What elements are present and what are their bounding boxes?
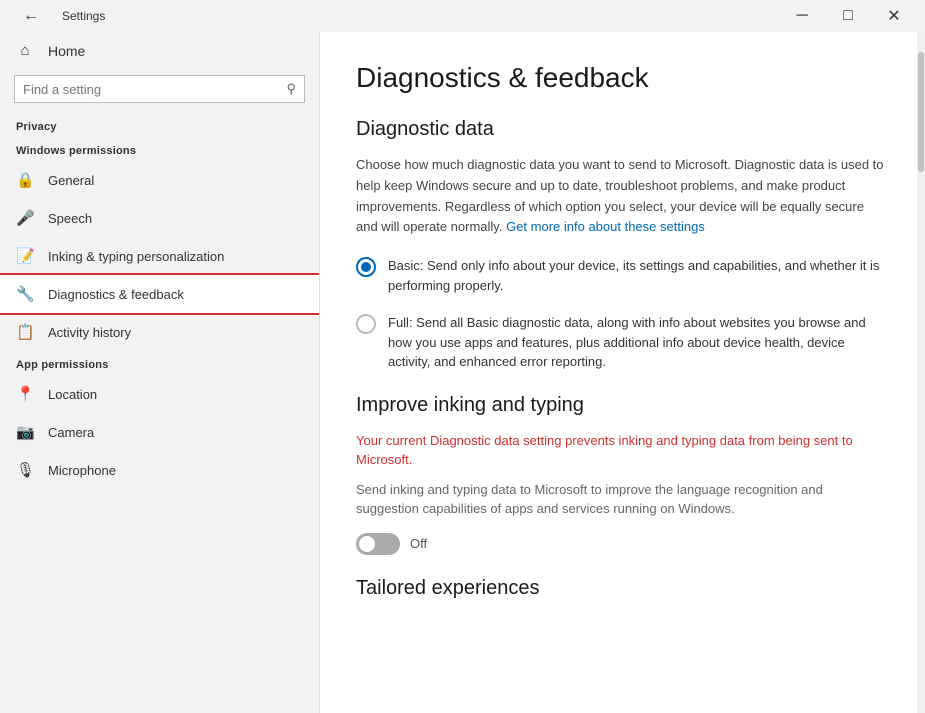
titlebar-title: Settings <box>62 9 105 23</box>
titlebar: ← Settings ─ □ ✕ <box>0 0 925 32</box>
sidebar-item-location-label: Location <box>48 387 97 402</box>
search-icon: ⚲ <box>286 81 296 97</box>
privacy-section-label: Privacy <box>0 113 319 137</box>
sidebar-item-inking-label: Inking & typing personalization <box>48 249 224 264</box>
titlebar-controls: ─ □ ✕ <box>779 0 917 32</box>
inking-warning: Your current Diagnostic data setting pre… <box>356 431 885 470</box>
radio-basic-label: Basic: Send only info about your device,… <box>388 256 885 295</box>
more-info-link[interactable]: Get more info about these settings <box>506 219 705 234</box>
sidebar-item-activity-label: Activity history <box>48 325 131 340</box>
sidebar-search-box[interactable]: ⚲ <box>14 75 305 103</box>
sidebar-item-speech-label: Speech <box>48 211 92 226</box>
app-body: ⌂ Home ⚲ Privacy Windows permissions 🔒 G… <box>0 32 925 713</box>
sidebar-item-microphone[interactable]: 🎙 Microphone <box>0 451 319 489</box>
sidebar-item-microphone-label: Microphone <box>48 463 116 478</box>
radio-full[interactable] <box>356 314 376 334</box>
sidebar-item-inking[interactable]: 📝 Inking & typing personalization <box>0 237 319 275</box>
toggle-knob <box>359 536 375 552</box>
sidebar-item-speech[interactable]: 🎤 Speech <box>0 199 319 237</box>
maximize-button[interactable]: □ <box>825 0 871 32</box>
sidebar-item-general-label: General <box>48 173 94 188</box>
camera-icon: 📷 <box>16 423 34 441</box>
sidebar-item-home[interactable]: ⌂ Home <box>0 32 319 69</box>
inking-description: Send inking and typing data to Microsoft… <box>356 480 885 519</box>
minimize-button[interactable]: ─ <box>779 0 825 32</box>
sidebar-item-diagnostics[interactable]: 🔧 Diagnostics & feedback <box>0 275 319 313</box>
radio-basic[interactable] <box>356 257 376 277</box>
home-label: Home <box>48 43 85 59</box>
page-title: Diagnostics & feedback <box>356 62 885 94</box>
scrollbar-track[interactable] <box>917 32 925 713</box>
main-wrapper: Diagnostics & feedback Diagnostic data C… <box>320 32 925 713</box>
speech-icon: 🎤 <box>16 209 34 227</box>
sidebar-item-general[interactable]: 🔒 General <box>0 161 319 199</box>
home-icon: ⌂ <box>16 42 34 59</box>
inking-section-title: Improve inking and typing <box>356 394 885 417</box>
location-icon: 📍 <box>16 385 34 403</box>
diagnostic-data-title: Diagnostic data <box>356 118 885 141</box>
radio-group: Basic: Send only info about your device,… <box>356 256 885 372</box>
inking-toggle[interactable] <box>356 533 400 555</box>
inking-icon: 📝 <box>16 247 34 265</box>
sidebar: ⌂ Home ⚲ Privacy Windows permissions 🔒 G… <box>0 32 320 713</box>
inking-toggle-row: Off <box>356 533 885 555</box>
titlebar-left: ← Settings <box>8 0 105 32</box>
tailored-section-title: Tailored experiences <box>356 577 885 600</box>
radio-option-basic: Basic: Send only info about your device,… <box>356 256 885 295</box>
back-button[interactable]: ← <box>8 0 54 32</box>
radio-option-full: Full: Send all Basic diagnostic data, al… <box>356 313 885 372</box>
microphone-icon: 🎙 <box>16 461 34 479</box>
diagnostic-description: Choose how much diagnostic data you want… <box>356 155 885 238</box>
sidebar-item-camera[interactable]: 📷 Camera <box>0 413 319 451</box>
app-permissions-label: App permissions <box>0 351 319 375</box>
sidebar-item-diagnostics-label: Diagnostics & feedback <box>48 287 184 302</box>
scrollbar-thumb[interactable] <box>918 52 924 172</box>
diagnostics-icon: 🔧 <box>16 285 34 303</box>
search-input[interactable] <box>23 82 286 97</box>
sidebar-item-camera-label: Camera <box>48 425 94 440</box>
sidebar-item-activity[interactable]: 📋 Activity history <box>0 313 319 351</box>
sidebar-item-location[interactable]: 📍 Location <box>0 375 319 413</box>
radio-full-label: Full: Send all Basic diagnostic data, al… <box>388 313 885 372</box>
activity-icon: 📋 <box>16 323 34 341</box>
windows-permissions-label: Windows permissions <box>0 137 319 161</box>
close-button[interactable]: ✕ <box>871 0 917 32</box>
main-content: Diagnostics & feedback Diagnostic data C… <box>320 32 925 713</box>
toggle-off-label: Off <box>410 536 427 551</box>
lock-icon: 🔒 <box>16 171 34 189</box>
